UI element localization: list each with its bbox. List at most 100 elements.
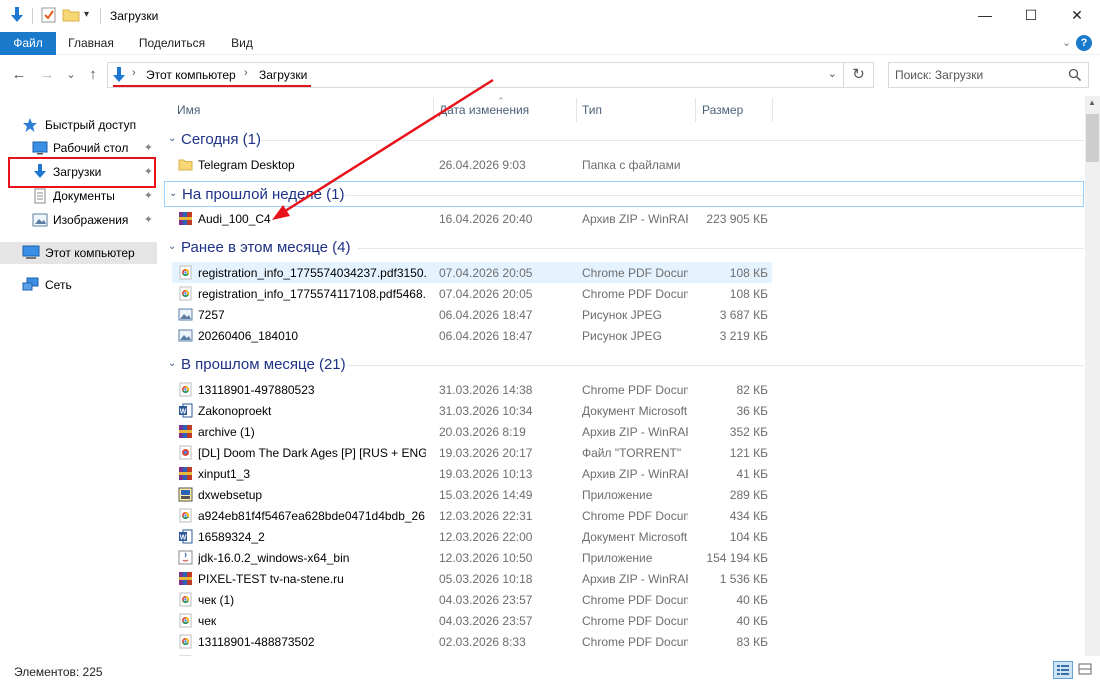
file-size: 41 КБ <box>736 467 768 481</box>
jpeg-icon <box>178 328 193 343</box>
sidebar-item-documents[interactable]: Документы ✦ <box>0 185 157 207</box>
tab-home[interactable]: Главная <box>62 32 120 55</box>
new-folder-icon[interactable] <box>62 6 80 24</box>
group-header[interactable]: ⌄ В прошлом месяце (21) <box>164 352 1084 378</box>
file-type: Документ Microsoft Word <box>582 530 688 544</box>
file-row[interactable]: xinput1_3 19.03.2026 10:13 Архив ZIP - Win… <box>172 463 772 484</box>
file-row[interactable]: Telegram Desktop 26.04.2026 9:03 Папка с ф… <box>172 154 772 175</box>
file-row[interactable]: dxwebsetup 15.03.2026 14:49 Приложение 289 … <box>172 484 772 505</box>
group-header[interactable]: ⌄ Ранее в этом месяце (4) <box>164 235 1084 261</box>
file-row[interactable]: archive (1) 20.03.2026 8:19 Архив ZIP - Wi… <box>172 421 772 442</box>
search-icon[interactable] <box>1068 68 1082 85</box>
column-size[interactable]: Размер <box>702 103 743 117</box>
search-input[interactable] <box>895 67 1065 83</box>
file-row[interactable]: registration_info_1775574117108.pdf5468.… <box>172 283 772 304</box>
download-icon <box>111 66 127 87</box>
file-row[interactable]: [DL] Doom The Dark Ages [P] [RUS + ENG..… <box>172 442 772 463</box>
forward-button[interactable]: → <box>38 66 56 84</box>
winrar-icon <box>178 211 193 226</box>
file-size: 352 КБ <box>729 425 768 439</box>
scroll-up-icon[interactable]: ▲ <box>1088 98 1096 107</box>
properties-icon[interactable] <box>40 6 58 24</box>
large-icons-view-button[interactable] <box>1076 661 1096 679</box>
file-size: 108 КБ <box>729 287 768 301</box>
chevron-down-icon[interactable]: ⌄ <box>168 133 176 144</box>
file-type: Приложение <box>582 551 653 565</box>
torrent-icon <box>178 445 193 460</box>
file-row[interactable]: W 16589324_2 12.03.2026 22:00 Документ Micr… <box>172 526 772 547</box>
chrome-pdf-icon <box>178 613 193 628</box>
sidebar-item-images[interactable]: Изображения ✦ <box>0 209 157 231</box>
file-row[interactable]: PIXEL-TEST tv-na-stene.ru 05.03.2026 10:1… <box>172 568 772 589</box>
file-date: 31.03.2026 10:34 <box>439 404 533 418</box>
breadcrumb-downloads[interactable]: Загрузки <box>259 68 307 82</box>
tab-share[interactable]: Поделиться <box>134 32 210 55</box>
group-header[interactable]: ⌄ Сегодня (1) <box>164 127 1084 153</box>
file-row[interactable]: Audi_100_C4 16.04.2026 20:40 Архив ZIP - W… <box>172 208 772 229</box>
pin-icon[interactable]: ✦ <box>144 141 153 154</box>
refresh-button[interactable]: ↻ <box>844 62 874 88</box>
file-row[interactable]: 13118901-497880523 31.03.2026 14:38 Chrome… <box>172 379 772 400</box>
file-type: Chrome PDF Document <box>582 593 688 607</box>
close-button[interactable]: ✕ <box>1054 0 1100 30</box>
file-type: Документ Microsoft Word <box>582 404 688 418</box>
minimize-button[interactable]: — <box>962 0 1008 30</box>
file-name: 20260406_184010 <box>198 329 299 343</box>
details-view-button[interactable] <box>1053 661 1073 679</box>
sidebar-item-network[interactable]: Сеть <box>0 274 157 296</box>
sidebar-item-desktop[interactable]: Рабочий стол ✦ <box>0 137 157 159</box>
sidebar-item-quick-access[interactable]: Быстрый доступ <box>0 114 157 136</box>
file-list[interactable]: ⌄ Сегодня (1) Telegram Desktop 26.04.2026 9… <box>160 124 1085 656</box>
column-type[interactable]: Тип <box>582 103 602 117</box>
breadcrumb-separator: › <box>244 67 248 79</box>
installer-icon <box>178 487 193 502</box>
chevron-down-icon[interactable]: ⌄ <box>168 358 176 369</box>
file-name: PIXEL-TEST tv-na-stene.ru <box>198 572 344 586</box>
help-icon[interactable]: ? <box>1076 35 1092 51</box>
file-row[interactable]: чек (1) 04.03.2026 23:57 Chrome PDF Docume… <box>172 589 772 610</box>
file-row[interactable]: чек 04.03.2026 23:57 Chrome PDF Document 40… <box>172 610 772 631</box>
word-icon: W <box>178 403 193 418</box>
download-folder-icon[interactable] <box>8 6 26 24</box>
pin-icon[interactable]: ✦ <box>144 189 153 202</box>
chevron-down-icon[interactable]: ⌄ <box>169 188 177 199</box>
file-size: 40 КБ <box>736 614 768 628</box>
file-row[interactable]: 20260406_184010 06.04.2026 18:47 Рисунок J… <box>172 325 772 346</box>
column-date[interactable]: Дата изменения <box>439 103 529 117</box>
maximize-button[interactable]: ☐ <box>1008 0 1054 30</box>
up-button[interactable]: ↑ <box>84 66 102 84</box>
file-date: 06.04.2026 18:47 <box>439 308 533 322</box>
winrar-icon <box>178 466 193 481</box>
address-dropdown-icon[interactable]: ⌄ <box>828 67 837 80</box>
recent-locations-button[interactable]: ⌄ <box>62 66 80 84</box>
file-type: Рисунок JPEG <box>582 308 662 322</box>
file-size: 434 КБ <box>729 509 768 523</box>
scroll-thumb[interactable] <box>1086 114 1099 162</box>
tab-file[interactable]: Файл <box>0 32 56 55</box>
file-name: чек (1) <box>198 593 235 607</box>
file-name: Telegram Desktop <box>198 158 295 172</box>
sidebar-item-this-pc[interactable]: Этот компьютер <box>0 242 157 264</box>
file-row[interactable]: registration_info_1775574034237.pdf3150.… <box>172 262 772 283</box>
file-type: Файл "TORRENT" <box>582 446 682 460</box>
search-box[interactable] <box>888 62 1089 88</box>
back-button[interactable]: ← <box>10 66 28 84</box>
chevron-down-icon[interactable]: ⌄ <box>168 241 176 252</box>
file-type: Архив ZIP - WinRAR <box>582 467 688 481</box>
file-row[interactable]: jdk-16.0.2_windows-x64_bin 12.03.2026 10:… <box>172 547 772 568</box>
column-name[interactable]: Имя <box>177 103 200 117</box>
file-row[interactable]: W Zakonoproekt 31.03.2026 10:34 Документ Mi… <box>172 400 772 421</box>
file-row[interactable]: a924eb81f4f5467ea628bde0471d4bdb_26... 12… <box>172 505 772 526</box>
file-row[interactable]: 13118901-488873502 02.03.2026 8:33 Chrome … <box>172 631 772 652</box>
file-date: 02.03.2026 8:33 <box>439 635 526 649</box>
tab-view[interactable]: Вид <box>224 32 260 55</box>
expand-ribbon-icon[interactable]: ⌄ <box>1062 36 1071 49</box>
group-header[interactable]: ⌄ На прошлой неделе (1) <box>164 181 1084 207</box>
file-date: 15.03.2026 14:49 <box>439 488 533 502</box>
pin-icon[interactable]: ✦ <box>144 213 153 226</box>
breadcrumb-this-pc[interactable]: Этот компьютер <box>146 68 236 82</box>
vertical-scrollbar[interactable]: ▲ <box>1085 96 1100 656</box>
chrome-pdf-icon <box>178 592 193 607</box>
network-icon <box>22 277 40 296</box>
file-row[interactable]: 7257 06.04.2026 18:47 Рисунок JPEG 3 687 КБ <box>172 304 772 325</box>
